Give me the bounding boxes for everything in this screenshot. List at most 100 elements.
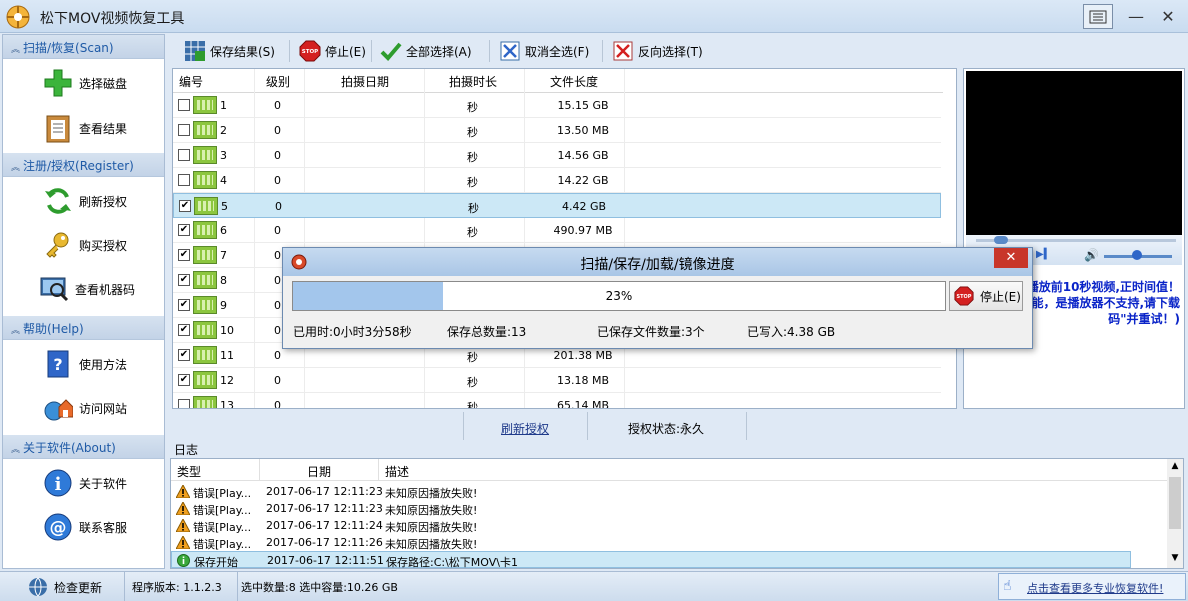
- stop-button[interactable]: STOP 停止(E): [299, 36, 366, 66]
- dialog-stop-button[interactable]: STOP 停止(E): [949, 281, 1023, 311]
- chevron-up-icon: ︽: [11, 326, 21, 336]
- log-row[interactable]: 错误[Play... 2017-06-17 12:11:26 未知原因播放失败!: [171, 534, 1131, 551]
- log-col-date[interactable]: 日期: [307, 463, 331, 480]
- col-header-id[interactable]: 编号: [179, 73, 203, 90]
- video-file-icon: [193, 146, 217, 164]
- sidebar-header-scan[interactable]: ︽ 扫描/恢复(Scan): [3, 35, 164, 59]
- table-row[interactable]: ✔ 5 0 秒 4.42 GB: [173, 193, 941, 218]
- chevron-up-icon: ︽: [11, 163, 21, 173]
- table-row[interactable]: ✔ 12 0 秒 13.18 MB: [173, 368, 941, 393]
- table-row[interactable]: 13 0 秒 65.14 MB: [173, 393, 941, 408]
- sidebar-item-about[interactable]: i 关于软件: [3, 461, 164, 505]
- video-area[interactable]: [966, 71, 1182, 235]
- cell-size: 15.15 GB: [557, 99, 609, 112]
- row-checkbox[interactable]: ✔: [178, 324, 190, 336]
- log-table[interactable]: 类型 日期 描述 错误[Play... 2017-06-17 12:11:23 未知…: [170, 458, 1184, 569]
- table-row[interactable]: 2 0 秒 13.50 MB: [173, 118, 941, 143]
- volume-icon[interactable]: 🔊: [1084, 248, 1099, 262]
- col-header-duration[interactable]: 拍摄时长: [449, 73, 497, 90]
- col-header-size[interactable]: 文件长度: [550, 73, 598, 90]
- cell-level: 0: [274, 249, 281, 262]
- dialog-info-row: 已用时:0小时3分58秒 保存总数量:13 已保存文件数量:3个 已写入:4.3…: [287, 318, 1027, 344]
- save-results-button[interactable]: 保存结果(S): [184, 36, 275, 66]
- divider: [587, 412, 588, 440]
- row-checkbox[interactable]: [178, 174, 190, 186]
- log-col-type[interactable]: 类型: [177, 463, 201, 480]
- x-box-blue-icon: [499, 40, 521, 62]
- minimize-button[interactable]: —: [1121, 4, 1151, 29]
- monitor-search-icon: [37, 272, 71, 306]
- log-type: 错误[Play...: [193, 521, 252, 534]
- video-file-icon: [193, 221, 217, 239]
- cell-level: 0: [274, 374, 281, 387]
- scroll-down-icon[interactable]: ▼: [1167, 553, 1183, 563]
- status-bar: 检查更新 程序版本: 1.1.2.3 选中数量:8 选中容量:10.26 GB …: [0, 571, 1188, 601]
- sidebar-item-refresh-license[interactable]: 刷新授权: [3, 179, 164, 223]
- cell-id: 6: [220, 224, 227, 237]
- sidebar-header-register[interactable]: ︽ 注册/授权(Register): [3, 153, 164, 177]
- cell-duration: 秒: [468, 202, 479, 215]
- log-scrollbar[interactable]: ▲ ▼: [1167, 459, 1183, 568]
- divider: [746, 412, 747, 440]
- row-checkbox[interactable]: ✔: [178, 349, 190, 361]
- row-checkbox[interactable]: ✔: [178, 224, 190, 236]
- seek-thumb[interactable]: [994, 236, 1008, 244]
- dialog-close-button[interactable]: ✕: [994, 248, 1028, 268]
- row-checkbox[interactable]: ✔: [178, 274, 190, 286]
- next-icon[interactable]: ▶▍: [1036, 249, 1051, 260]
- row-checkbox[interactable]: [178, 149, 190, 161]
- sidebar-item-usage[interactable]: ? 使用方法: [3, 342, 164, 386]
- close-button[interactable]: ✕: [1153, 4, 1183, 29]
- volume-thumb[interactable]: [1132, 250, 1142, 260]
- row-checkbox[interactable]: ✔: [178, 374, 190, 386]
- row-checkbox[interactable]: [178, 399, 190, 408]
- log-row[interactable]: 错误[Play... 2017-06-17 12:11:23 未知原因播放失败!: [171, 500, 1131, 517]
- table-row[interactable]: 3 0 秒 14.56 GB: [173, 143, 941, 168]
- invert-selection-button[interactable]: 反向选择(T): [612, 36, 703, 66]
- log-row[interactable]: 错误[Play... 2017-06-17 12:11:23 未知原因播放失败!: [171, 483, 1131, 500]
- log-type: 错误[Play...: [193, 487, 252, 500]
- row-checkbox[interactable]: ✔: [178, 299, 190, 311]
- check-update-button[interactable]: 检查更新: [54, 579, 102, 596]
- cell-id: 9: [220, 299, 227, 312]
- deselect-all-button[interactable]: 取消全选(F): [499, 36, 589, 66]
- table-row[interactable]: 4 0 秒 14.22 GB: [173, 168, 941, 193]
- chevron-up-icon: ︽: [11, 45, 21, 55]
- more-software-link-box[interactable]: ☝ 点击查看更多专业恢复软件!: [998, 573, 1186, 600]
- row-checkbox[interactable]: [178, 124, 190, 136]
- elapsed-time: 已用时:0小时3分58秒: [293, 325, 412, 339]
- cell-level: 0: [274, 174, 281, 187]
- row-checkbox[interactable]: ✔: [178, 249, 190, 261]
- table-row[interactable]: 1 0 秒 15.15 GB: [173, 93, 941, 118]
- refresh-license-link[interactable]: 刷新授权: [501, 420, 549, 437]
- more-software-link[interactable]: 点击查看更多专业恢复软件!: [1027, 580, 1163, 596]
- stop-sign-icon: STOP: [299, 40, 321, 62]
- log-col-desc[interactable]: 描述: [385, 463, 409, 480]
- video-file-icon: [193, 271, 217, 289]
- sidebar-item-website[interactable]: 访问网站: [3, 386, 164, 430]
- menu-button[interactable]: [1083, 4, 1113, 29]
- scroll-up-icon[interactable]: ▲: [1167, 461, 1183, 471]
- sidebar-item-view-results[interactable]: 查看结果: [3, 106, 164, 150]
- svg-text:i: i: [55, 474, 62, 495]
- dialog-title-bar[interactable]: 扫描/保存/加载/镜像进度 ✕: [283, 248, 1032, 276]
- sidebar-item-contact[interactable]: @ 联系客服: [3, 505, 164, 549]
- warning-icon: [175, 483, 191, 501]
- written-size: 已写入:4.38 GB: [747, 325, 836, 339]
- row-checkbox[interactable]: ✔: [179, 200, 191, 212]
- sidebar-header-help[interactable]: ︽ 帮助(Help): [3, 316, 164, 340]
- log-row[interactable]: 错误[Play... 2017-06-17 12:11:24 未知原因播放失败!: [171, 517, 1131, 534]
- log-row[interactable]: 保存开始 2017-06-17 12:11:51 保存路径:C:\松下MOV\卡1: [171, 551, 1131, 568]
- cell-duration: 秒: [467, 126, 478, 139]
- select-all-button[interactable]: 全部选择(A): [380, 36, 472, 66]
- sidebar-item-machine-code[interactable]: 查看机器码: [3, 267, 164, 311]
- sidebar-item-buy-license[interactable]: 购买授权: [3, 223, 164, 267]
- row-checkbox[interactable]: [178, 99, 190, 111]
- sidebar-item-select-disk[interactable]: 选择磁盘: [3, 61, 164, 105]
- col-header-date[interactable]: 拍摄日期: [341, 73, 389, 90]
- col-header-level[interactable]: 级别: [266, 73, 290, 90]
- table-row[interactable]: ✔ 6 0 秒 490.97 MB: [173, 218, 941, 243]
- file-list-table[interactable]: 编号 级别 拍摄日期 拍摄时长 文件长度 1 0 秒 15.15 GB 2 0 秒 13.50…: [172, 68, 957, 409]
- sidebar-header-about[interactable]: ︽ 关于软件(About): [3, 435, 164, 459]
- scroll-thumb[interactable]: [1169, 477, 1181, 529]
